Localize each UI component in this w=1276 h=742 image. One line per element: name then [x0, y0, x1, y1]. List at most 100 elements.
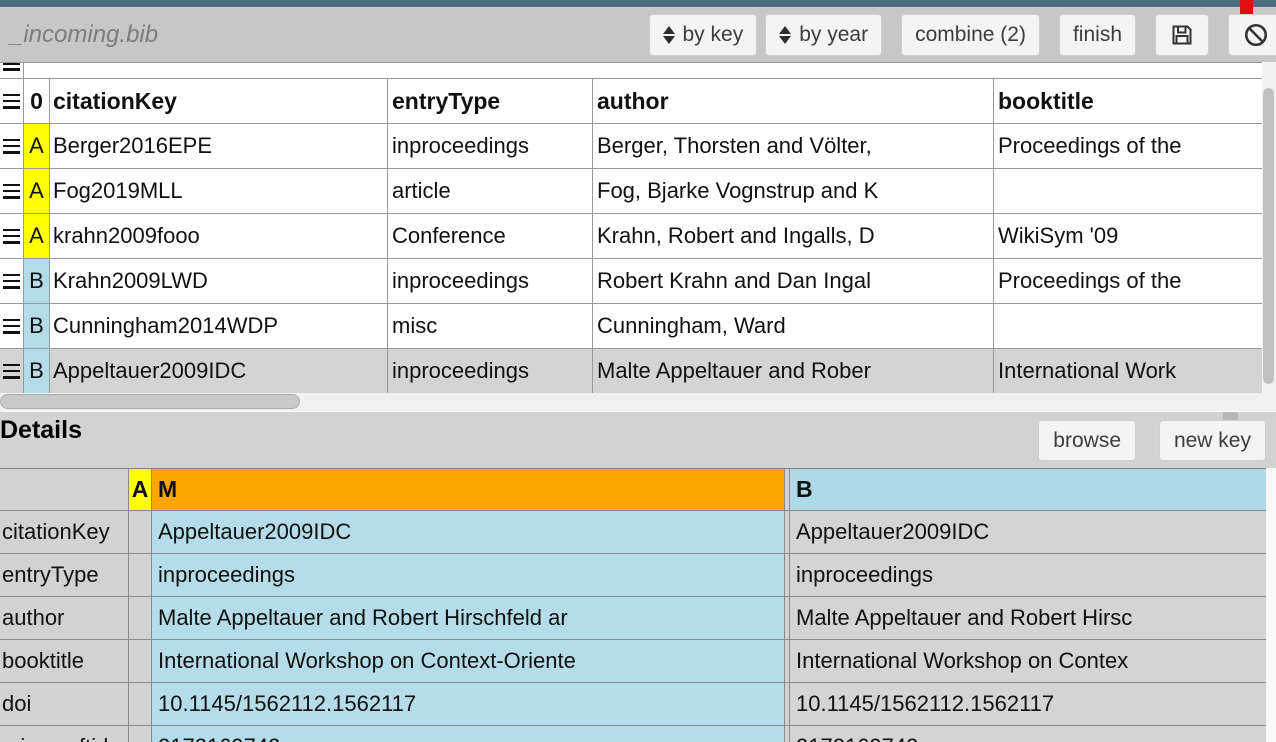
details-column-b[interactable]: B: [789, 469, 1266, 510]
drag-handle[interactable]: [0, 169, 24, 213]
horizontal-scrollbar[interactable]: [0, 393, 1262, 411]
a-value-cell[interactable]: [129, 511, 152, 553]
author-cell[interactable]: Berger, Thorsten and Völter,: [593, 124, 994, 168]
drag-handle[interactable]: [0, 259, 24, 303]
table-row-partial: [0, 63, 1262, 79]
drag-handle[interactable]: [0, 79, 24, 123]
drag-handle[interactable]: [0, 63, 24, 78]
save-button[interactable]: [1155, 14, 1209, 56]
details-row: booktitle International Workshop on Cont…: [0, 640, 1266, 683]
vertical-scrollbar-thumb[interactable]: [1263, 88, 1274, 384]
booktitle-cell[interactable]: WikiSym '09: [994, 214, 1262, 258]
booktitle-cell[interactable]: [994, 169, 1262, 213]
field-label: doi: [0, 683, 129, 725]
booktitle-cell[interactable]: Proceedings of the: [994, 124, 1262, 168]
entrytype-cell[interactable]: inproceedings: [388, 259, 593, 303]
drag-handle-icon: [3, 63, 20, 71]
finish-button[interactable]: finish: [1059, 14, 1136, 56]
entrytype-cell[interactable]: misc: [388, 304, 593, 348]
horizontal-scrollbar-thumb[interactable]: [0, 394, 300, 409]
b-value-cell[interactable]: Appeltauer2009IDC: [789, 511, 1266, 553]
drag-handle[interactable]: [0, 349, 24, 393]
booktitle-cell[interactable]: [994, 304, 1262, 348]
sort-by-key-button[interactable]: by key: [649, 14, 758, 56]
table-row[interactable]: B Krahn2009LWD inproceedings Robert Krah…: [0, 259, 1262, 304]
table-row[interactable]: B Cunningham2014WDP misc Cunningham, War…: [0, 304, 1262, 349]
a-value-cell[interactable]: [129, 554, 152, 596]
combine-label: combine (2): [915, 23, 1026, 47]
sort-by-year-button[interactable]: by year: [765, 14, 882, 56]
new-key-button[interactable]: new key: [1159, 420, 1266, 461]
source-badge: A: [24, 214, 50, 258]
table-row-selected[interactable]: B Appeltauer2009IDC inproceedings Malte …: [0, 349, 1262, 394]
merged-value-cell[interactable]: Malte Appeltauer and Robert Hirschfeld a…: [152, 597, 785, 639]
details-title: Details: [0, 416, 82, 445]
author-cell[interactable]: Robert Krahn and Dan Ingal: [593, 259, 994, 303]
vertical-scrollbar[interactable]: [1262, 62, 1276, 411]
entrytype-cell[interactable]: article: [388, 169, 593, 213]
entrytype-cell[interactable]: inproceedings: [388, 349, 593, 393]
citationkey-cell[interactable]: Cunningham2014WDP: [50, 304, 388, 348]
a-value-cell[interactable]: [129, 683, 152, 725]
column-header-citationkey: citationKey: [50, 79, 388, 123]
table-row[interactable]: A krahn2009fooo Conference Krahn, Robert…: [0, 214, 1262, 259]
table-row[interactable]: A Fog2019MLL article Fog, Bjarke Vognstr…: [0, 169, 1262, 214]
drag-handle-icon: [3, 364, 20, 379]
citationkey-cell[interactable]: Krahn2009LWD: [50, 259, 388, 303]
a-value-cell[interactable]: [129, 597, 152, 639]
browse-button[interactable]: browse: [1038, 420, 1136, 461]
b-value-cell[interactable]: 2172169742: [789, 726, 1266, 742]
author-cell[interactable]: Fog, Bjarke Vognstrup and K: [593, 169, 994, 213]
details-toolbar: Details browse new key: [0, 412, 1276, 468]
b-value-cell[interactable]: Malte Appeltauer and Robert Hirsc: [789, 597, 1266, 639]
bib-merge-app: _incoming.bib by key by year combine (2)…: [0, 0, 1276, 742]
booktitle-cell[interactable]: Proceedings of the: [994, 259, 1262, 303]
drag-handle-icon: [3, 319, 20, 334]
discard-button[interactable]: [1228, 14, 1276, 56]
source-badge: A: [24, 124, 50, 168]
b-value-cell[interactable]: International Workshop on Contex: [789, 640, 1266, 682]
citationkey-cell[interactable]: krahn2009fooo: [50, 214, 388, 258]
column-header-entrytype: entryType: [388, 79, 593, 123]
details-column-m[interactable]: M: [152, 469, 785, 510]
details-row: entryType inproceedings inproceedings: [0, 554, 1266, 597]
author-cell[interactable]: Malte Appeltauer and Rober: [593, 349, 994, 393]
merged-value-cell[interactable]: 10.1145/1562112.1562117: [152, 683, 785, 725]
booktitle-cell[interactable]: International Work: [994, 349, 1262, 393]
drag-handle-icon: [3, 229, 20, 244]
source-badge: B: [24, 349, 50, 393]
b-value-cell[interactable]: inproceedings: [789, 554, 1266, 596]
field-label: citationKey: [0, 511, 129, 553]
table-row[interactable]: A Berger2016EPE inproceedings Berger, Th…: [0, 124, 1262, 169]
entrytype-cell[interactable]: Conference: [388, 214, 593, 258]
details-row: doi 10.1145/1562112.1562117 10.1145/1562…: [0, 683, 1266, 726]
merged-value-cell[interactable]: inproceedings: [152, 554, 785, 596]
details-right-strip: [1266, 468, 1276, 742]
a-value-cell[interactable]: [129, 640, 152, 682]
a-value-cell[interactable]: [129, 726, 152, 742]
empty-cell: [24, 63, 1262, 78]
citationkey-cell[interactable]: Appeltauer2009IDC: [50, 349, 388, 393]
citationkey-cell[interactable]: Berger2016EPE: [50, 124, 388, 168]
merged-value-cell[interactable]: 2172169742: [152, 726, 785, 742]
author-cell[interactable]: Krahn, Robert and Ingalls, D: [593, 214, 994, 258]
details-row: author Malte Appeltauer and Robert Hirsc…: [0, 597, 1266, 640]
merged-value-cell[interactable]: International Workshop on Context-Orient…: [152, 640, 785, 682]
merged-value-cell[interactable]: Appeltauer2009IDC: [152, 511, 785, 553]
author-cell[interactable]: Cunningham, Ward: [593, 304, 994, 348]
citationkey-cell[interactable]: Fog2019MLL: [50, 169, 388, 213]
details-column-a[interactable]: A: [129, 469, 152, 510]
drag-handle[interactable]: [0, 124, 24, 168]
finish-label: finish: [1073, 23, 1122, 47]
combine-button[interactable]: combine (2): [901, 14, 1040, 56]
field-label: booktitle: [0, 640, 129, 682]
column-header-booktitle: booktitle: [994, 79, 1262, 123]
sort-icon: [779, 26, 791, 44]
unsaved-indicator: [1240, 0, 1253, 14]
no-entry-icon: [1243, 22, 1269, 48]
drag-handle[interactable]: [0, 214, 24, 258]
drag-handle[interactable]: [0, 304, 24, 348]
field-label: author: [0, 597, 129, 639]
entrytype-cell[interactable]: inproceedings: [388, 124, 593, 168]
b-value-cell[interactable]: 10.1145/1562112.1562117: [789, 683, 1266, 725]
